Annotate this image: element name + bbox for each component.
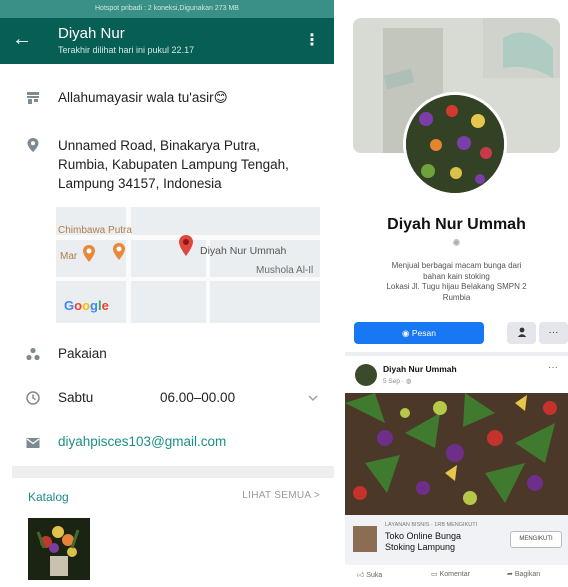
category-icon	[26, 347, 40, 361]
facebook-page: Diyah Nur Ummah ✺ Menjual berbagai macam…	[345, 0, 568, 587]
more-button[interactable]: ···	[539, 322, 568, 344]
hotspot-status-bar: Hotspot pribadi : 2 koneksi,Digunakan 27…	[0, 0, 334, 18]
like-button[interactable]: 👍︎ Suka	[357, 570, 382, 579]
mail-icon	[26, 438, 40, 448]
flower-wall-image	[406, 95, 504, 193]
globe-icon: ◍	[405, 378, 412, 385]
whatsapp-business-profile: Hotspot pribadi : 2 koneksi,Digunakan 27…	[0, 0, 334, 587]
description-line: Rumbia	[442, 292, 471, 302]
location-pin-icon	[27, 138, 39, 152]
map-label: Diyah Nur Ummah	[200, 245, 287, 257]
smile-emoji: 😊	[213, 90, 228, 105]
clock-icon	[26, 391, 40, 405]
google-logo: Google	[64, 298, 109, 313]
address-line: Unnamed Road, Binakarya Putra,	[58, 138, 260, 153]
business-location-pin-icon	[179, 235, 193, 256]
post-author-avatar[interactable]	[355, 364, 377, 386]
business-description: Allahumayasir wala tu'asir	[58, 90, 214, 105]
thumbs-up-icon: 👍︎	[357, 572, 365, 579]
see-all-link[interactable]: LIHAT SEMUA >	[242, 490, 320, 501]
post-image[interactable]	[345, 393, 568, 515]
hours-day: Sabtu	[58, 390, 94, 405]
profile-header: ← Diyah Nur Terakhir dilihat hari ini pu…	[0, 18, 334, 64]
share-button[interactable]: ➦ Bagikan	[507, 570, 540, 578]
post-author[interactable]: Diyah Nur Ummah	[383, 364, 457, 374]
post-more-button[interactable]: ···	[548, 362, 558, 373]
message-button[interactable]: ◉ Pesan	[354, 322, 484, 344]
last-seen: Terakhir dilihat hari ini pukul 22.17	[58, 45, 195, 55]
comment-icon: ▭	[431, 571, 438, 578]
ad-thumbnail	[353, 526, 377, 552]
ad-kicker: LAYANAN BISNIS · 1RB MENGIKUTI	[385, 522, 478, 528]
flower-wall-photo	[345, 393, 568, 515]
post-action-bar: 👍︎ Suka ▭ Komentar ➦ Bagikan	[345, 567, 568, 587]
messenger-icon: ◉	[402, 328, 410, 338]
following-button[interactable]: MENGIKUTI	[510, 531, 562, 548]
page-category-icon: ✺	[452, 238, 461, 249]
description-line: Lokasi Jl. Tugu hijau Belakang SMPN 2	[386, 282, 527, 291]
hours-time: 06.00–00.00	[160, 390, 236, 405]
address-line: Rumbia, Kabupaten Lampung Tengah,	[58, 157, 289, 172]
description-line: Menjual berbagai macam bunga dari	[391, 261, 522, 270]
section-divider	[345, 352, 568, 356]
message-button-label: Pesan	[411, 328, 436, 338]
chevron-down-icon[interactable]	[308, 394, 318, 402]
description-line: bahan kain stoking	[423, 271, 490, 281]
flower-arrangement-image	[28, 518, 90, 580]
share-icon: ➦	[507, 571, 513, 578]
catalog-item-thumbnail[interactable]	[28, 518, 90, 580]
business-category: Pakaian	[58, 346, 107, 361]
more-vertical-icon[interactable]: ⋮	[304, 30, 320, 50]
map-label: Mar	[60, 251, 78, 262]
location-map[interactable]: Chimbawa Putra Mar Diyah Nur Ummah Musho…	[56, 207, 320, 323]
address-line: Lampung 34157, Indonesia	[58, 176, 222, 191]
arrow-left-icon[interactable]: ←	[12, 29, 32, 49]
contact-name: Diyah Nur	[58, 25, 125, 42]
poi-pin-icon	[113, 243, 125, 260]
poi-pin-icon	[83, 245, 95, 262]
email-link[interactable]: diyahpisces103@gmail.com	[58, 434, 226, 449]
map-label: Chimbawa Putra	[58, 225, 132, 236]
page-name: Diyah Nur Ummah	[387, 216, 526, 233]
ad-title: Toko Online Bunga Stoking Lampung	[385, 531, 462, 552]
person-icon[interactable]	[507, 322, 536, 344]
profile-picture[interactable]	[403, 92, 507, 196]
post-date: 5 Sep · ◍	[383, 378, 412, 385]
section-divider	[12, 466, 334, 478]
comment-button[interactable]: ▭ Komentar	[431, 570, 470, 578]
business-service-banner[interactable]: LAYANAN BISNIS · 1RB MENGIKUTI Toko Onli…	[345, 515, 568, 565]
page-description: Menjual berbagai macam bunga dari bahan …	[365, 261, 548, 303]
store-icon	[27, 92, 39, 104]
map-label: Mushola Al-Il	[256, 265, 314, 276]
catalog-title: Katalog	[28, 490, 69, 504]
